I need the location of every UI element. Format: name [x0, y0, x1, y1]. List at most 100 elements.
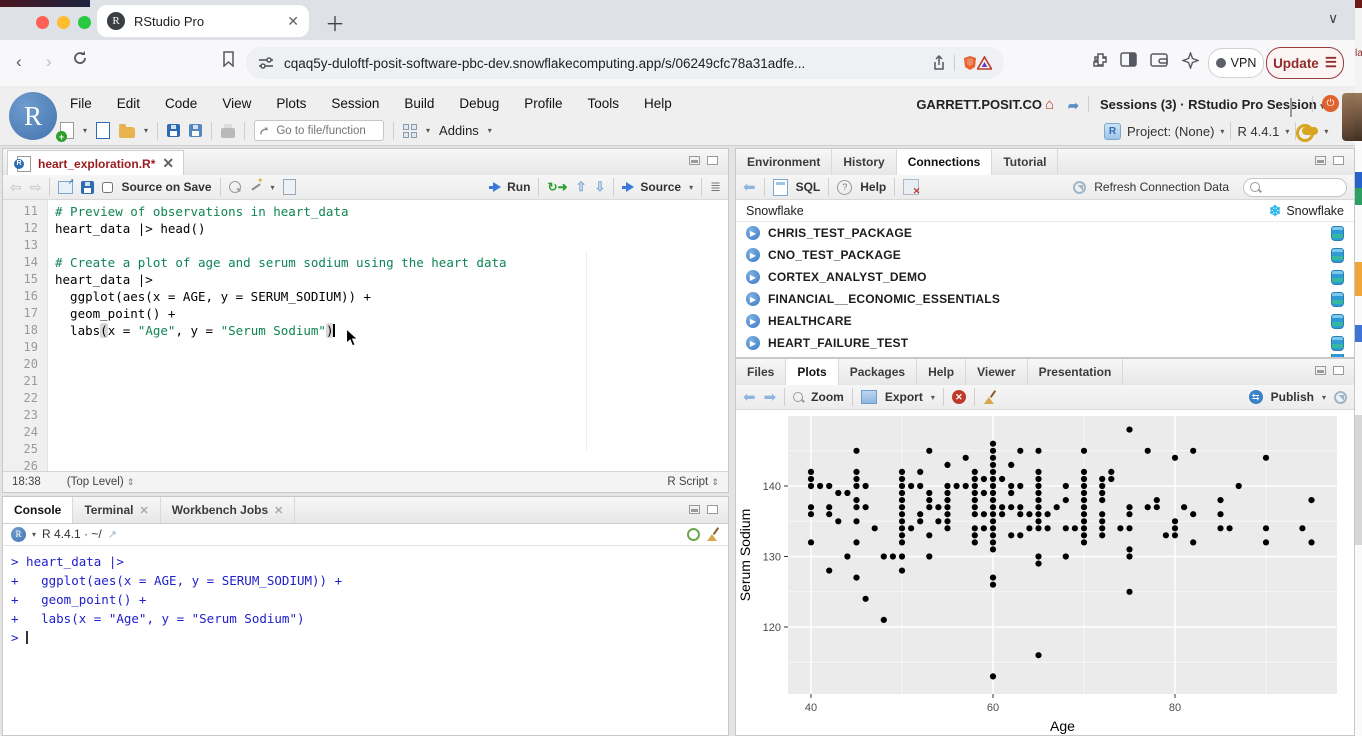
- code-line[interactable]: [55, 458, 728, 471]
- open-file-caret-icon[interactable]: ▾: [144, 126, 148, 135]
- new-project-icon[interactable]: [96, 122, 110, 139]
- help-icon[interactable]: ?: [837, 180, 852, 195]
- connection-item[interactable]: ▶CHRIS_TEST_PACKAGE: [736, 222, 1354, 244]
- code-line[interactable]: [55, 424, 728, 441]
- rerun-icon[interactable]: ↻➜: [547, 180, 567, 194]
- source-on-save-checkbox[interactable]: [102, 182, 113, 193]
- menu-edit[interactable]: Edit: [117, 96, 140, 111]
- sql-label[interactable]: SQL: [796, 180, 821, 194]
- sidebar-icon[interactable]: [1120, 52, 1137, 72]
- open-file-icon[interactable]: [119, 127, 135, 138]
- code-line[interactable]: # Create a plot of age and serum sodium …: [55, 254, 728, 271]
- tab-close-icon[interactable]: ✕: [287, 13, 299, 30]
- project-menu[interactable]: Project: (None): [1127, 124, 1214, 139]
- database-icon[interactable]: [1331, 226, 1344, 241]
- connection-item[interactable]: ▶HEART_FAILURE_TEST: [736, 332, 1354, 354]
- leo-ai-sparkle-icon[interactable]: [1182, 52, 1199, 74]
- sql-icon[interactable]: [773, 179, 788, 196]
- connections-search[interactable]: [1243, 178, 1347, 197]
- save-all-icon[interactable]: [189, 124, 202, 137]
- connection-item[interactable]: ▶CORTEX_ANALYST_DEMO: [736, 266, 1354, 288]
- bookmark-icon[interactable]: [222, 51, 235, 72]
- tab-close-icon[interactable]: ✕: [139, 504, 148, 517]
- menu-build[interactable]: Build: [404, 96, 434, 111]
- new-tab-button[interactable]: ＋: [325, 8, 345, 37]
- console-output[interactable]: > heart_data |>+ ggplot(aes(x = AGE, y =…: [3, 546, 728, 735]
- code-tools-wand-icon[interactable]: [249, 180, 263, 194]
- print-icon[interactable]: [221, 128, 235, 138]
- tab-presentation[interactable]: Presentation: [1028, 359, 1124, 385]
- document-outline-icon[interactable]: ≣: [710, 179, 721, 195]
- tab-viewer[interactable]: Viewer: [966, 359, 1027, 385]
- remove-plot-icon[interactable]: ✕: [952, 390, 966, 404]
- browser-tab[interactable]: R RStudio Pro ✕: [97, 5, 309, 37]
- tab-help[interactable]: Help: [917, 359, 966, 385]
- nav-back-icon[interactable]: ⇦: [10, 179, 22, 196]
- back-icon[interactable]: ‹: [16, 52, 22, 72]
- connections-help-label[interactable]: Help: [860, 180, 886, 194]
- tab-files[interactable]: Files: [736, 359, 786, 385]
- r-version-icon[interactable]: R: [11, 527, 26, 542]
- menu-profile[interactable]: Profile: [524, 96, 562, 111]
- refresh-connection-label[interactable]: Refresh Connection Data: [1094, 180, 1229, 194]
- expand-icon[interactable]: ▶: [746, 248, 760, 262]
- code-line[interactable]: heart_data |> head(): [55, 220, 728, 237]
- menu-view[interactable]: View: [222, 96, 251, 111]
- menu-file[interactable]: File: [70, 96, 92, 111]
- code-line[interactable]: [55, 237, 728, 254]
- nav-forward-icon[interactable]: ⇨: [30, 179, 42, 196]
- file-type-indicator[interactable]: R Script ⇕: [667, 476, 719, 488]
- wallet-icon[interactable]: [1150, 52, 1168, 72]
- address-bar[interactable]: cqaq5y-duloftf-posit-software-pbc-dev.sn…: [246, 47, 1004, 79]
- scope-indicator[interactable]: (Top Level) ⇕: [67, 476, 135, 488]
- new-session-icon[interactable]: [1290, 99, 1292, 117]
- home-icon[interactable]: ⌂: [1045, 96, 1054, 114]
- tab-packages[interactable]: Packages: [839, 359, 917, 385]
- editor-window-buttons[interactable]: [689, 156, 718, 165]
- goto-file-search[interactable]: [254, 120, 384, 141]
- goto-file-input[interactable]: [274, 124, 378, 138]
- menu-session[interactable]: Session: [331, 96, 379, 111]
- expand-icon[interactable]: ▶: [746, 314, 760, 328]
- save-icon[interactable]: [167, 124, 180, 137]
- code-line[interactable]: [55, 390, 728, 407]
- compile-report-icon[interactable]: [283, 179, 296, 195]
- export-plot-icon[interactable]: [861, 390, 877, 404]
- expand-icon[interactable]: ▶: [746, 226, 760, 240]
- code-line[interactable]: heart_data |>: [55, 271, 728, 288]
- database-icon[interactable]: [1331, 314, 1344, 329]
- database-icon[interactable]: [1331, 336, 1344, 351]
- expand-icon[interactable]: ▶: [746, 292, 760, 306]
- code-line[interactable]: [55, 356, 728, 373]
- new-file-icon[interactable]: [60, 122, 74, 139]
- new-file-caret-icon[interactable]: ▾: [83, 126, 87, 135]
- code-line[interactable]: # Preview of observations in heart_data: [55, 203, 728, 220]
- refresh-connection-icon[interactable]: [1073, 181, 1086, 194]
- refresh-plot-icon[interactable]: [1334, 391, 1347, 404]
- quit-session-icon[interactable]: ⏻: [1322, 95, 1339, 112]
- connection-provider-row[interactable]: Snowflake ❄ Snowflake: [736, 200, 1354, 222]
- credentials-key-icon[interactable]: [1302, 127, 1318, 135]
- plots-window-buttons[interactable]: [1315, 366, 1344, 375]
- menu-help[interactable]: Help: [644, 96, 672, 111]
- code-line[interactable]: [55, 339, 728, 356]
- menu-debug[interactable]: Debug: [459, 96, 499, 111]
- code-line[interactable]: ggplot(aes(x = AGE, y = SERUM_SODIUM)) +: [55, 288, 728, 305]
- share-icon[interactable]: [932, 55, 946, 71]
- extensions-icon[interactable]: [1092, 52, 1109, 74]
- code-line[interactable]: labs(x = "Age", y = "Serum Sodium"): [55, 322, 728, 339]
- macos-close-button[interactable]: [36, 16, 49, 29]
- clear-console-icon[interactable]: [706, 527, 720, 541]
- code-line[interactable]: [55, 441, 728, 458]
- connections-back-icon[interactable]: ⬅: [743, 178, 756, 196]
- reload-icon[interactable]: [72, 50, 88, 71]
- macos-zoom-button[interactable]: [78, 16, 91, 29]
- tab-console[interactable]: Console: [3, 497, 73, 523]
- zoom-plot-icon[interactable]: [793, 392, 803, 402]
- zoom-label[interactable]: Zoom: [811, 390, 844, 404]
- publish-label[interactable]: Publish: [1271, 390, 1314, 404]
- database-icon[interactable]: [1331, 292, 1344, 307]
- publish-icon[interactable]: ⇆: [1249, 390, 1263, 404]
- tab-close-icon[interactable]: ✕: [274, 504, 283, 517]
- menu-plots[interactable]: Plots: [276, 96, 306, 111]
